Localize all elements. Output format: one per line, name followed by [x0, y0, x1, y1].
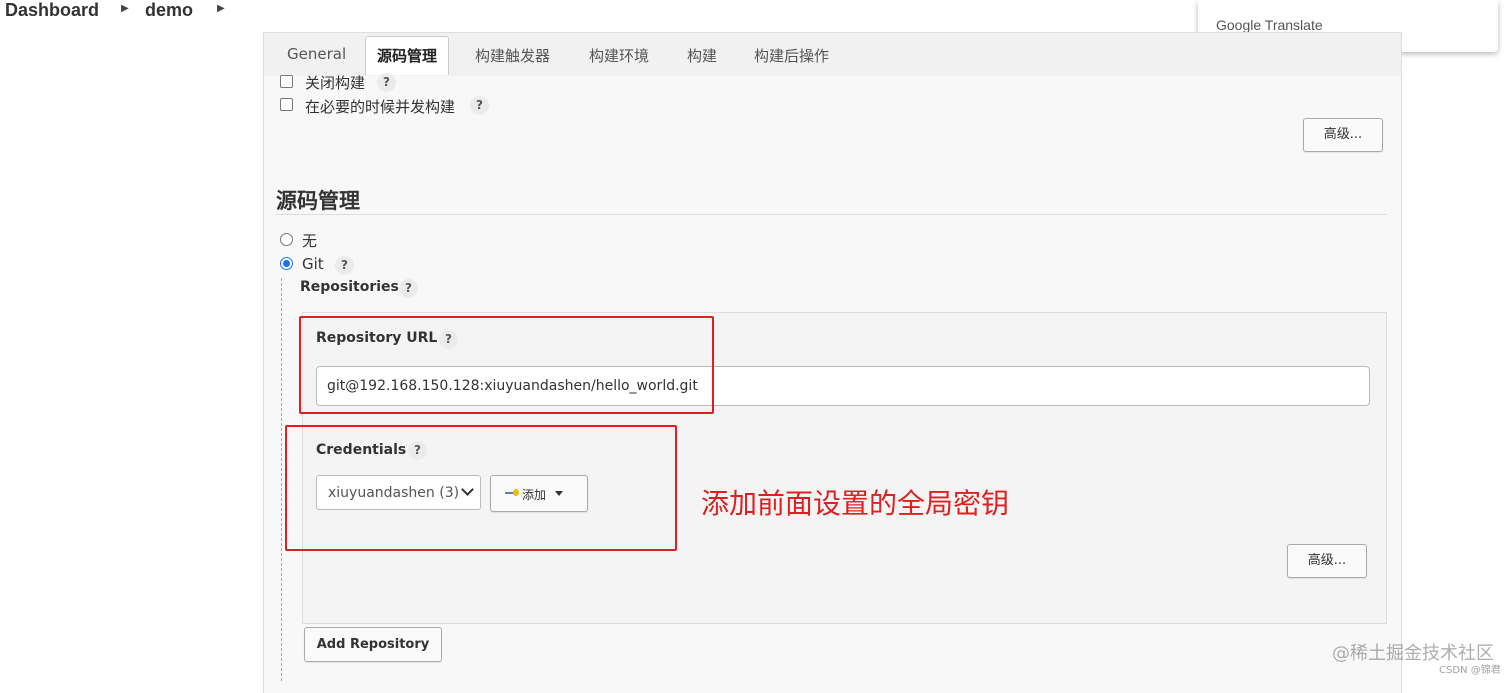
repositories-label: Repositories [300, 279, 399, 295]
concurrent-build-checkbox[interactable] [280, 98, 293, 111]
tab-post-build[interactable]: 构建后操作 [754, 45, 829, 66]
scm-none-label: 无 [302, 232, 318, 250]
tab-build[interactable]: 构建 [687, 45, 717, 66]
help-icon[interactable]: ? [399, 279, 418, 298]
tab-general[interactable]: General [287, 45, 346, 63]
tab-scm[interactable]: 源码管理 [365, 36, 450, 75]
help-icon[interactable]: ? [377, 73, 396, 92]
scm-section-title: 源码管理 [276, 189, 360, 213]
caret-right-icon[interactable]: ▶ [121, 3, 129, 14]
git-section-indent-line [281, 278, 282, 681]
tab-build-environment[interactable]: 构建环境 [589, 45, 649, 66]
concurrent-build-label: 在必要的时候并发构建 [305, 98, 456, 116]
disable-build-checkbox[interactable] [280, 75, 293, 88]
breadcrumb-job[interactable]: demo [145, 0, 193, 21]
add-repository-button[interactable]: Add Repository [304, 627, 442, 662]
annotation-text: 添加前面设置的全局密钥 [701, 487, 1010, 520]
watermark-source: CSDN @锦君 [1439, 665, 1501, 676]
breadcrumb: Dashboard ▶ demo ▶ [0, 0, 1190, 26]
scm-git-label: Git [302, 255, 324, 273]
highlight-box-repository-url [299, 316, 714, 414]
scm-none-radio[interactable] [280, 233, 293, 246]
tab-build-triggers[interactable]: 构建触发器 [475, 45, 550, 66]
tab-bar: General 源码管理 构建触发器 构建环境 构建 构建后操作 [264, 33, 1401, 76]
general-advanced-button[interactable]: 高级... [1303, 118, 1383, 152]
google-translate-label[interactable]: Google Translate [1216, 17, 1323, 33]
help-icon[interactable]: ? [335, 256, 354, 275]
help-icon[interactable]: ? [470, 96, 489, 115]
disable-build-label: 关闭构建 [305, 74, 366, 92]
highlight-box-credentials [285, 425, 677, 551]
section-divider [276, 214, 1387, 215]
scm-git-radio[interactable] [280, 257, 293, 270]
caret-right-icon[interactable]: ▶ [217, 3, 225, 14]
breadcrumb-dashboard[interactable]: Dashboard [5, 0, 99, 21]
scm-advanced-button[interactable]: 高级... [1287, 544, 1367, 578]
